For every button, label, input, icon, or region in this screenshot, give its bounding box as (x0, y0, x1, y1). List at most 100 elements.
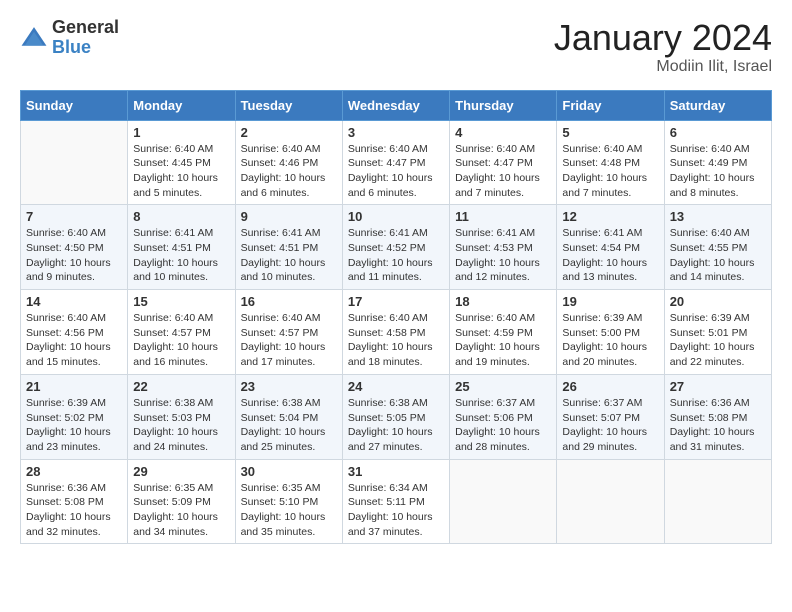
day-detail: Sunrise: 6:40 AM Sunset: 4:49 PM Dayligh… (670, 142, 766, 201)
day-detail: Sunrise: 6:40 AM Sunset: 4:47 PM Dayligh… (348, 142, 444, 201)
calendar-cell: 8Sunrise: 6:41 AM Sunset: 4:51 PM Daylig… (128, 205, 235, 290)
day-number: 6 (670, 125, 766, 140)
calendar-week-row: 14Sunrise: 6:40 AM Sunset: 4:56 PM Dayli… (21, 290, 772, 375)
day-detail: Sunrise: 6:41 AM Sunset: 4:51 PM Dayligh… (241, 226, 337, 285)
day-detail: Sunrise: 6:38 AM Sunset: 5:03 PM Dayligh… (133, 396, 229, 455)
day-detail: Sunrise: 6:35 AM Sunset: 5:10 PM Dayligh… (241, 481, 337, 540)
day-detail: Sunrise: 6:41 AM Sunset: 4:54 PM Dayligh… (562, 226, 658, 285)
calendar-cell: 13 Sunrise: 6:40 AM Sunset: 4:55 PM Dayli… (664, 205, 771, 290)
day-number: 24 (348, 379, 444, 394)
day-detail: Sunrise: 6:36 AM Sunset: 5:08 PM Dayligh… (670, 396, 766, 455)
calendar-cell: 28 Sunrise: 6:36 AM Sunset: 5:08 PM Dayli… (21, 459, 128, 544)
day-number: 28 (26, 464, 122, 479)
day-number: 3 (348, 125, 444, 140)
calendar-header-monday: Monday (128, 90, 235, 120)
logo: General Blue (20, 18, 119, 58)
day-detail: Sunrise: 6:34 AM Sunset: 5:11 PM Dayligh… (348, 481, 444, 540)
day-number: 16 (241, 294, 337, 309)
calendar-cell: 15Sunrise: 6:40 AM Sunset: 4:57 PM Dayli… (128, 290, 235, 375)
calendar-header-thursday: Thursday (450, 90, 557, 120)
calendar-cell (557, 459, 664, 544)
day-detail: Sunrise: 6:41 AM Sunset: 4:52 PM Dayligh… (348, 226, 444, 285)
calendar-cell: 25 Sunrise: 6:37 AM Sunset: 5:06 PM Dayli… (450, 374, 557, 459)
calendar-cell: 11 Sunrise: 6:41 AM Sunset: 4:53 PM Dayli… (450, 205, 557, 290)
day-number: 25 (455, 379, 551, 394)
calendar-cell: 18 Sunrise: 6:40 AM Sunset: 4:59 PM Dayli… (450, 290, 557, 375)
main-title: January 2024 (554, 18, 772, 58)
calendar-cell: 2 Sunrise: 6:40 AM Sunset: 4:46 PM Daylig… (235, 120, 342, 205)
day-detail: Sunrise: 6:40 AM Sunset: 4:59 PM Dayligh… (455, 311, 551, 370)
calendar-cell: 29 Sunrise: 6:35 AM Sunset: 5:09 PM Dayli… (128, 459, 235, 544)
day-number: 18 (455, 294, 551, 309)
day-number: 23 (241, 379, 337, 394)
calendar-week-row: 21 Sunrise: 6:39 AM Sunset: 5:02 PM Dayli… (21, 374, 772, 459)
day-detail: Sunrise: 6:39 AM Sunset: 5:00 PM Dayligh… (562, 311, 658, 370)
calendar-header-row: SundayMondayTuesdayWednesdayThursdayFrid… (21, 90, 772, 120)
day-detail: Sunrise: 6:39 AM Sunset: 5:01 PM Dayligh… (670, 311, 766, 370)
calendar-week-row: 7Sunrise: 6:40 AM Sunset: 4:50 PM Daylig… (21, 205, 772, 290)
calendar-week-row: 1Sunrise: 6:40 AM Sunset: 4:45 PM Daylig… (21, 120, 772, 205)
calendar-cell: 22 Sunrise: 6:38 AM Sunset: 5:03 PM Dayli… (128, 374, 235, 459)
calendar-table: SundayMondayTuesdayWednesdayThursdayFrid… (20, 90, 772, 545)
day-number: 22 (133, 379, 229, 394)
calendar-header-saturday: Saturday (664, 90, 771, 120)
day-detail: Sunrise: 6:40 AM Sunset: 4:58 PM Dayligh… (348, 311, 444, 370)
calendar-week-row: 28 Sunrise: 6:36 AM Sunset: 5:08 PM Dayli… (21, 459, 772, 544)
day-number: 10 (348, 209, 444, 224)
day-detail: Sunrise: 6:40 AM Sunset: 4:55 PM Dayligh… (670, 226, 766, 285)
day-number: 27 (670, 379, 766, 394)
day-number: 21 (26, 379, 122, 394)
day-detail: Sunrise: 6:40 AM Sunset: 4:46 PM Dayligh… (241, 142, 337, 201)
calendar-header-wednesday: Wednesday (342, 90, 449, 120)
calendar-cell: 17 Sunrise: 6:40 AM Sunset: 4:58 PM Dayli… (342, 290, 449, 375)
logo-text: General Blue (52, 18, 119, 58)
day-number: 26 (562, 379, 658, 394)
day-number: 30 (241, 464, 337, 479)
calendar-cell: 1Sunrise: 6:40 AM Sunset: 4:45 PM Daylig… (128, 120, 235, 205)
calendar-cell: 7Sunrise: 6:40 AM Sunset: 4:50 PM Daylig… (21, 205, 128, 290)
calendar-cell: 26 Sunrise: 6:37 AM Sunset: 5:07 PM Dayli… (557, 374, 664, 459)
page: General Blue January 2024 Modiin Ilit, I… (0, 0, 792, 562)
logo-general-text: General (52, 18, 119, 38)
calendar-header-sunday: Sunday (21, 90, 128, 120)
logo-icon (20, 24, 48, 52)
day-detail: Sunrise: 6:37 AM Sunset: 5:07 PM Dayligh… (562, 396, 658, 455)
calendar-cell: 20 Sunrise: 6:39 AM Sunset: 5:01 PM Dayli… (664, 290, 771, 375)
day-number: 11 (455, 209, 551, 224)
day-number: 13 (670, 209, 766, 224)
calendar-cell: 21 Sunrise: 6:39 AM Sunset: 5:02 PM Dayli… (21, 374, 128, 459)
calendar-cell: 9 Sunrise: 6:41 AM Sunset: 4:51 PM Daylig… (235, 205, 342, 290)
day-number: 20 (670, 294, 766, 309)
day-detail: Sunrise: 6:38 AM Sunset: 5:04 PM Dayligh… (241, 396, 337, 455)
day-number: 2 (241, 125, 337, 140)
day-detail: Sunrise: 6:40 AM Sunset: 4:47 PM Dayligh… (455, 142, 551, 201)
calendar-cell: 31Sunrise: 6:34 AM Sunset: 5:11 PM Dayli… (342, 459, 449, 544)
day-number: 7 (26, 209, 122, 224)
calendar-cell: 24Sunrise: 6:38 AM Sunset: 5:05 PM Dayli… (342, 374, 449, 459)
calendar-cell: 16Sunrise: 6:40 AM Sunset: 4:57 PM Dayli… (235, 290, 342, 375)
day-number: 4 (455, 125, 551, 140)
calendar-cell: 5 Sunrise: 6:40 AM Sunset: 4:48 PM Daylig… (557, 120, 664, 205)
day-detail: Sunrise: 6:40 AM Sunset: 4:48 PM Dayligh… (562, 142, 658, 201)
day-detail: Sunrise: 6:40 AM Sunset: 4:57 PM Dayligh… (133, 311, 229, 370)
day-number: 9 (241, 209, 337, 224)
day-number: 17 (348, 294, 444, 309)
logo-blue-text: Blue (52, 38, 119, 58)
day-detail: Sunrise: 6:35 AM Sunset: 5:09 PM Dayligh… (133, 481, 229, 540)
day-number: 29 (133, 464, 229, 479)
day-detail: Sunrise: 6:36 AM Sunset: 5:08 PM Dayligh… (26, 481, 122, 540)
day-detail: Sunrise: 6:41 AM Sunset: 4:53 PM Dayligh… (455, 226, 551, 285)
calendar-cell (21, 120, 128, 205)
day-number: 5 (562, 125, 658, 140)
header: General Blue January 2024 Modiin Ilit, I… (20, 18, 772, 76)
day-detail: Sunrise: 6:39 AM Sunset: 5:02 PM Dayligh… (26, 396, 122, 455)
calendar-header-tuesday: Tuesday (235, 90, 342, 120)
day-number: 1 (133, 125, 229, 140)
day-number: 12 (562, 209, 658, 224)
title-block: January 2024 Modiin Ilit, Israel (554, 18, 772, 76)
calendar-cell: 6 Sunrise: 6:40 AM Sunset: 4:49 PM Daylig… (664, 120, 771, 205)
day-detail: Sunrise: 6:37 AM Sunset: 5:06 PM Dayligh… (455, 396, 551, 455)
calendar-cell: 4 Sunrise: 6:40 AM Sunset: 4:47 PM Daylig… (450, 120, 557, 205)
calendar-cell: 27 Sunrise: 6:36 AM Sunset: 5:08 PM Dayli… (664, 374, 771, 459)
calendar-cell (450, 459, 557, 544)
